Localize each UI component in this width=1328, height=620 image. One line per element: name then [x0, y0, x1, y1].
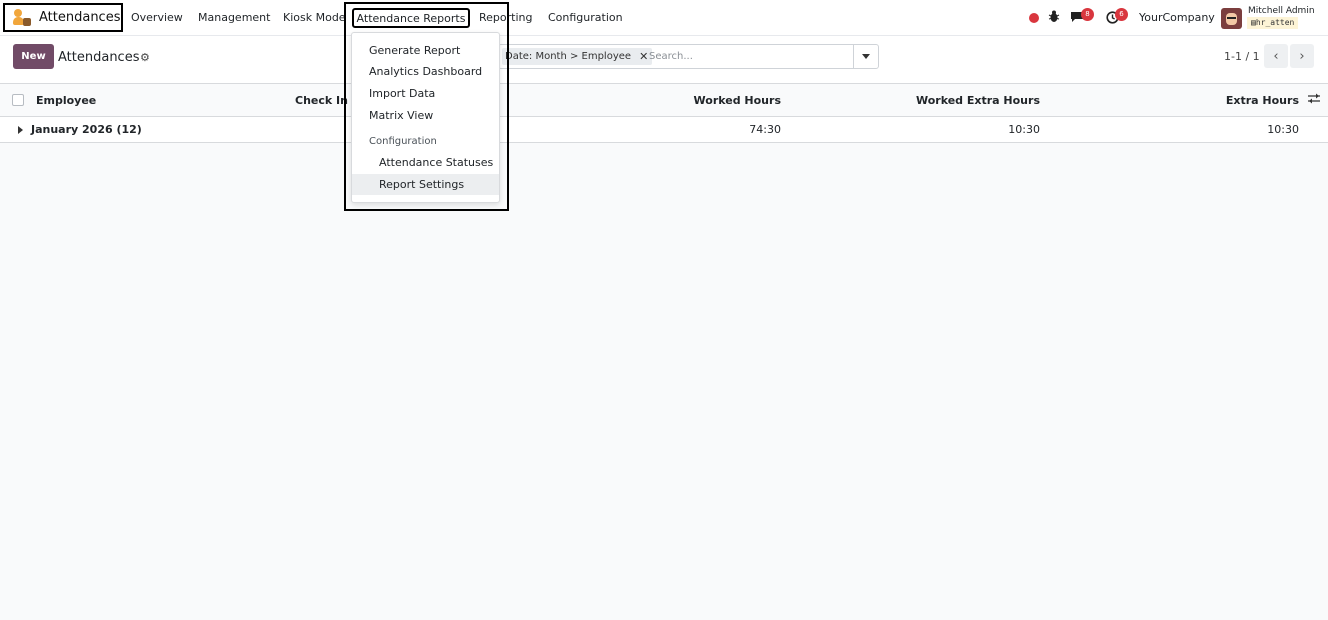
app-name: Attendances: [39, 10, 121, 25]
search-facet: Date: Month > Employee ✕: [502, 48, 653, 65]
dropdown-item-generate-report[interactable]: Generate Report: [352, 40, 499, 61]
activities-badge: 6: [1115, 8, 1128, 21]
attendances-app-icon: [13, 8, 31, 27]
group-worked-extra-hours: 10:30: [1008, 123, 1040, 136]
top-navbar: Attendances Overview Management Kiosk Mo…: [0, 0, 1328, 36]
dropdown-item-import-data[interactable]: Import Data: [352, 83, 499, 104]
table-row[interactable]: January 2026 (12) 74:30 10:30 10:30: [0, 117, 1328, 143]
caret-right-icon: [18, 126, 23, 134]
column-worked-hours[interactable]: Worked Hours: [694, 94, 781, 107]
search-input[interactable]: [649, 47, 849, 66]
app-brand[interactable]: Attendances: [3, 3, 123, 32]
dropdown-item-attendance-statuses[interactable]: Attendance Statuses: [352, 152, 499, 173]
gear-icon[interactable]: ⚙: [140, 51, 150, 64]
group-extra-hours: 10:30: [1267, 123, 1299, 136]
pager-value[interactable]: 1-1 / 1: [1224, 50, 1260, 63]
search-options-toggle[interactable]: [853, 45, 878, 68]
pager-next-button[interactable]: ›: [1290, 44, 1314, 68]
recording-indicator-icon[interactable]: [1029, 13, 1039, 23]
new-button[interactable]: New: [13, 44, 54, 69]
user-name[interactable]: Mitchell Admin: [1248, 6, 1315, 16]
user-avatar[interactable]: [1221, 8, 1242, 29]
column-check-in[interactable]: Check In: [295, 94, 348, 107]
dropdown-section-configuration: Configuration: [369, 136, 437, 147]
company-switcher[interactable]: YourCompany: [1139, 11, 1215, 24]
attendance-reports-dropdown: Generate Report Analytics Dashboard Impo…: [351, 32, 500, 203]
optional-columns-sliders-icon[interactable]: [1308, 93, 1320, 107]
menu-reporting[interactable]: Reporting: [479, 11, 532, 24]
chevron-right-icon: ›: [1299, 48, 1305, 64]
column-extra-hours[interactable]: Extra Hours: [1226, 94, 1299, 107]
search-facet-label: Date: Month > Employee: [505, 51, 632, 62]
menu-configuration[interactable]: Configuration: [548, 11, 623, 24]
select-all-checkbox[interactable]: [12, 94, 24, 106]
menu-overview[interactable]: Overview: [131, 11, 183, 24]
column-worked-extra-hours[interactable]: Worked Extra Hours: [916, 94, 1040, 107]
messages-chat-icon[interactable]: 8: [1070, 8, 1094, 23]
chevron-down-icon: [862, 54, 870, 59]
search-bar: Date: Month > Employee ✕: [498, 44, 879, 69]
menu-management[interactable]: Management: [198, 11, 270, 24]
group-worked-hours: 74:30: [749, 123, 781, 136]
dropdown-item-matrix-view[interactable]: Matrix View: [352, 105, 499, 126]
facet-remove-close-icon[interactable]: ✕: [639, 50, 648, 63]
messages-badge: 8: [1081, 8, 1094, 21]
dropdown-item-report-settings[interactable]: Report Settings: [352, 174, 499, 195]
control-panel: New Attendances ⚙ Date: Month > Employee…: [0, 36, 1328, 84]
dropdown-item-analytics-dashboard[interactable]: Analytics Dashboard: [352, 61, 499, 82]
page-title: Attendances: [58, 50, 140, 65]
menu-kiosk-mode[interactable]: Kiosk Mode: [283, 11, 346, 24]
activities-clock-icon[interactable]: 6: [1106, 8, 1128, 24]
pager-previous-button[interactable]: ‹: [1264, 44, 1288, 68]
menu-attendance-reports[interactable]: Attendance Reports: [352, 8, 470, 28]
database-tag: ▤hr_atten: [1247, 17, 1299, 29]
database-name: hr_atten: [1255, 18, 1295, 27]
menu-attendance-reports-label: Attendance Reports: [356, 11, 466, 25]
chevron-left-icon: ‹: [1273, 48, 1279, 64]
list-header: Employee Check In Worked Hours Worked Ex…: [0, 84, 1328, 117]
column-employee[interactable]: Employee: [36, 94, 96, 107]
group-label: January 2026 (12): [31, 123, 142, 136]
debug-bug-icon[interactable]: [1048, 10, 1060, 24]
